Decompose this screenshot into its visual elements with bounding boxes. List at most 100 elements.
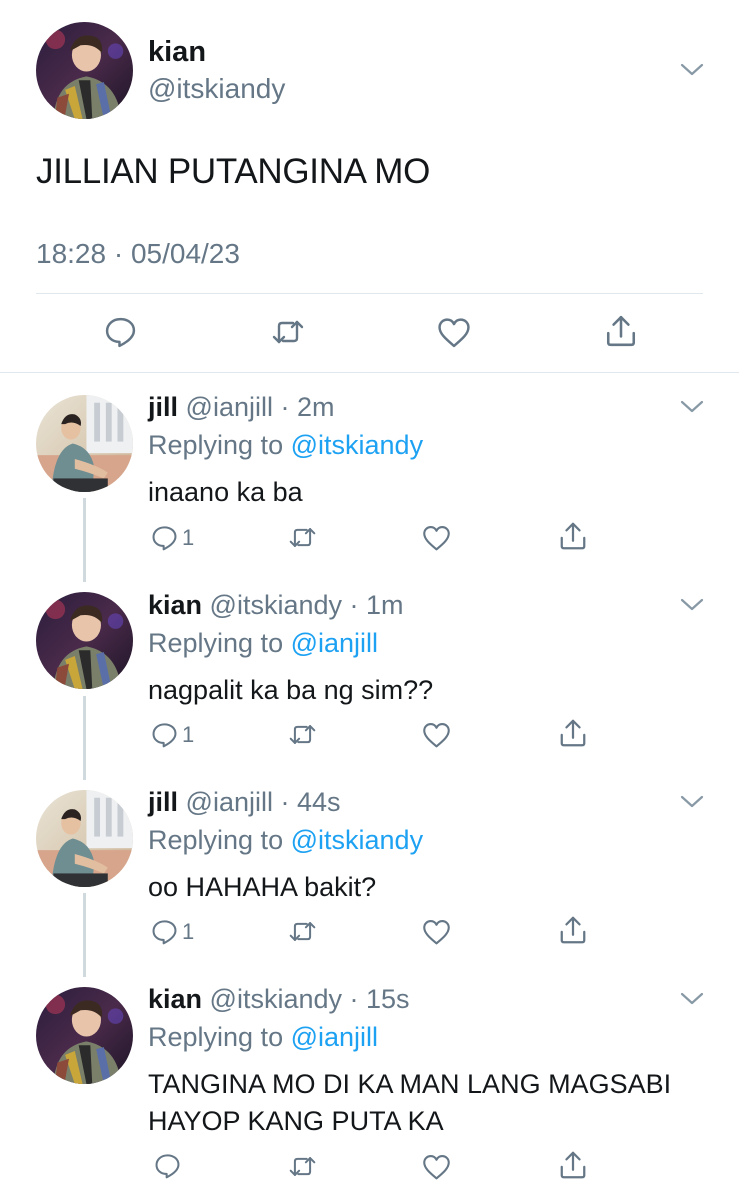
replying-to-prefix: Replying to <box>148 825 284 855</box>
reply-avatar[interactable] <box>36 987 133 1084</box>
reply-button[interactable] <box>154 1152 185 1179</box>
replying-to-link[interactable]: @ianjill <box>291 628 378 658</box>
retweet-button[interactable] <box>270 316 306 348</box>
like-icon <box>421 1153 452 1181</box>
reply-author-handle[interactable]: @itskiandy <box>210 984 342 1014</box>
reply-author-name[interactable]: kian <box>148 590 202 620</box>
retweet-button[interactable] <box>287 1153 318 1180</box>
retweet-button[interactable] <box>287 524 318 551</box>
reply-icon <box>151 918 178 945</box>
replying-to-link[interactable]: @itskiandy <box>291 825 423 855</box>
reply-author-name[interactable]: kian <box>148 984 202 1014</box>
retweet-button[interactable] <box>287 918 318 945</box>
reply-icon <box>104 315 137 348</box>
reply-text: inaano ka ba <box>148 474 303 511</box>
share-icon <box>558 718 588 748</box>
like-icon <box>421 524 452 552</box>
divider <box>36 293 703 294</box>
reply-text: nagpalit ka ba ng sim?? <box>148 672 433 709</box>
reply-author-handle[interactable]: @ianjill <box>186 392 273 422</box>
reply-icon <box>151 524 178 551</box>
separator-dot: · <box>342 590 367 620</box>
reply-text-line: inaano ka ba <box>148 477 303 507</box>
reply-author-handle[interactable]: @ianjill <box>186 787 273 817</box>
tweet-timestamp[interactable]: 18:28 · 05/04/23 <box>36 238 240 270</box>
replying-to-prefix: Replying to <box>148 430 284 460</box>
share-button[interactable] <box>558 718 588 748</box>
like-button[interactable] <box>421 1153 452 1181</box>
retweet-icon <box>287 1153 318 1180</box>
replying-to: Replying to @ianjill <box>148 628 378 659</box>
reply-author-name[interactable]: jill <box>148 787 178 817</box>
like-button[interactable] <box>421 524 452 552</box>
replying-to-link[interactable]: @itskiandy <box>291 430 423 460</box>
replying-to: Replying to @itskiandy <box>148 430 423 461</box>
reply-text-line: oo HAHAHA bakit? <box>148 872 377 902</box>
separator-dot: · <box>272 392 297 422</box>
reply-avatar[interactable] <box>36 790 133 887</box>
reply-icon <box>151 721 178 748</box>
reply-text: oo HAHAHA bakit? <box>148 869 376 906</box>
tweet-options-chevron-down-icon[interactable] <box>679 62 705 78</box>
reply-author-name[interactable]: jill <box>148 392 178 422</box>
share-icon <box>558 1150 588 1180</box>
reply-header: jill @ianjill · 2m <box>148 392 334 423</box>
tweet-options-chevron-down-icon[interactable] <box>679 399 705 415</box>
separator-dot: · <box>272 787 297 817</box>
like-icon <box>421 721 452 749</box>
like-button[interactable] <box>436 316 472 349</box>
reply-header: kian @itskiandy · 15s <box>148 984 410 1015</box>
reply-button[interactable]: 1 <box>151 524 194 551</box>
replying-to-prefix: Replying to <box>148 628 284 658</box>
like-button[interactable] <box>421 721 452 749</box>
reply-count: 1 <box>182 721 195 747</box>
retweet-icon <box>287 918 318 945</box>
tweet-options-chevron-down-icon[interactable] <box>679 991 705 1007</box>
share-button[interactable] <box>604 314 638 348</box>
thread-line <box>83 696 86 780</box>
share-button[interactable] <box>558 521 588 551</box>
retweet-icon <box>287 721 318 748</box>
share-icon <box>558 521 588 551</box>
author-avatar[interactable] <box>36 22 133 119</box>
replying-to: Replying to @itskiandy <box>148 825 423 856</box>
reply-text: TANGINA MO DI KA MAN LANG MAGSABI HAYOP … <box>148 1066 671 1140</box>
reply-time[interactable]: 1m <box>366 590 404 620</box>
author-name[interactable]: kian <box>148 36 206 69</box>
share-button[interactable] <box>558 1150 588 1180</box>
reply-button[interactable]: 1 <box>151 918 194 945</box>
retweet-button[interactable] <box>287 721 318 748</box>
separator-dot: · <box>342 984 367 1014</box>
like-icon <box>436 316 472 349</box>
tweet-text: JILLIAN PUTANGINA MO <box>36 152 430 191</box>
divider <box>0 372 739 373</box>
replying-to-prefix: Replying to <box>148 1022 284 1052</box>
author-handle[interactable]: @itskiandy <box>148 73 285 105</box>
retweet-icon <box>270 316 306 348</box>
like-button[interactable] <box>421 918 452 946</box>
reply-time[interactable]: 2m <box>297 392 335 422</box>
replying-to-link[interactable]: @ianjill <box>291 1022 378 1052</box>
replying-to: Replying to @ianjill <box>148 1022 378 1053</box>
tweet-options-chevron-down-icon[interactable] <box>679 597 705 613</box>
reply-button[interactable]: 1 <box>151 721 194 748</box>
thread-line <box>83 893 86 977</box>
share-icon <box>604 314 638 348</box>
reply-time[interactable]: 15s <box>366 984 410 1014</box>
reply-text-line: nagpalit ka ba ng sim?? <box>148 675 434 705</box>
reply-count: 1 <box>182 524 195 550</box>
share-button[interactable] <box>558 915 588 945</box>
reply-header: jill @ianjill · 44s <box>148 787 341 818</box>
reply-avatar[interactable] <box>36 395 133 492</box>
reply-time[interactable]: 44s <box>297 787 341 817</box>
share-icon <box>558 915 588 945</box>
reply-avatar[interactable] <box>36 592 133 689</box>
reply-text-line: HAYOP KANG PUTA KA <box>148 1106 444 1136</box>
reply-button[interactable] <box>104 315 137 348</box>
reply-icon <box>154 1152 181 1179</box>
retweet-icon <box>287 524 318 551</box>
reply-author-handle[interactable]: @itskiandy <box>210 590 342 620</box>
like-icon <box>421 918 452 946</box>
reply-text-line: TANGINA MO DI KA MAN LANG MAGSABI <box>148 1069 672 1099</box>
tweet-options-chevron-down-icon[interactable] <box>679 794 705 810</box>
